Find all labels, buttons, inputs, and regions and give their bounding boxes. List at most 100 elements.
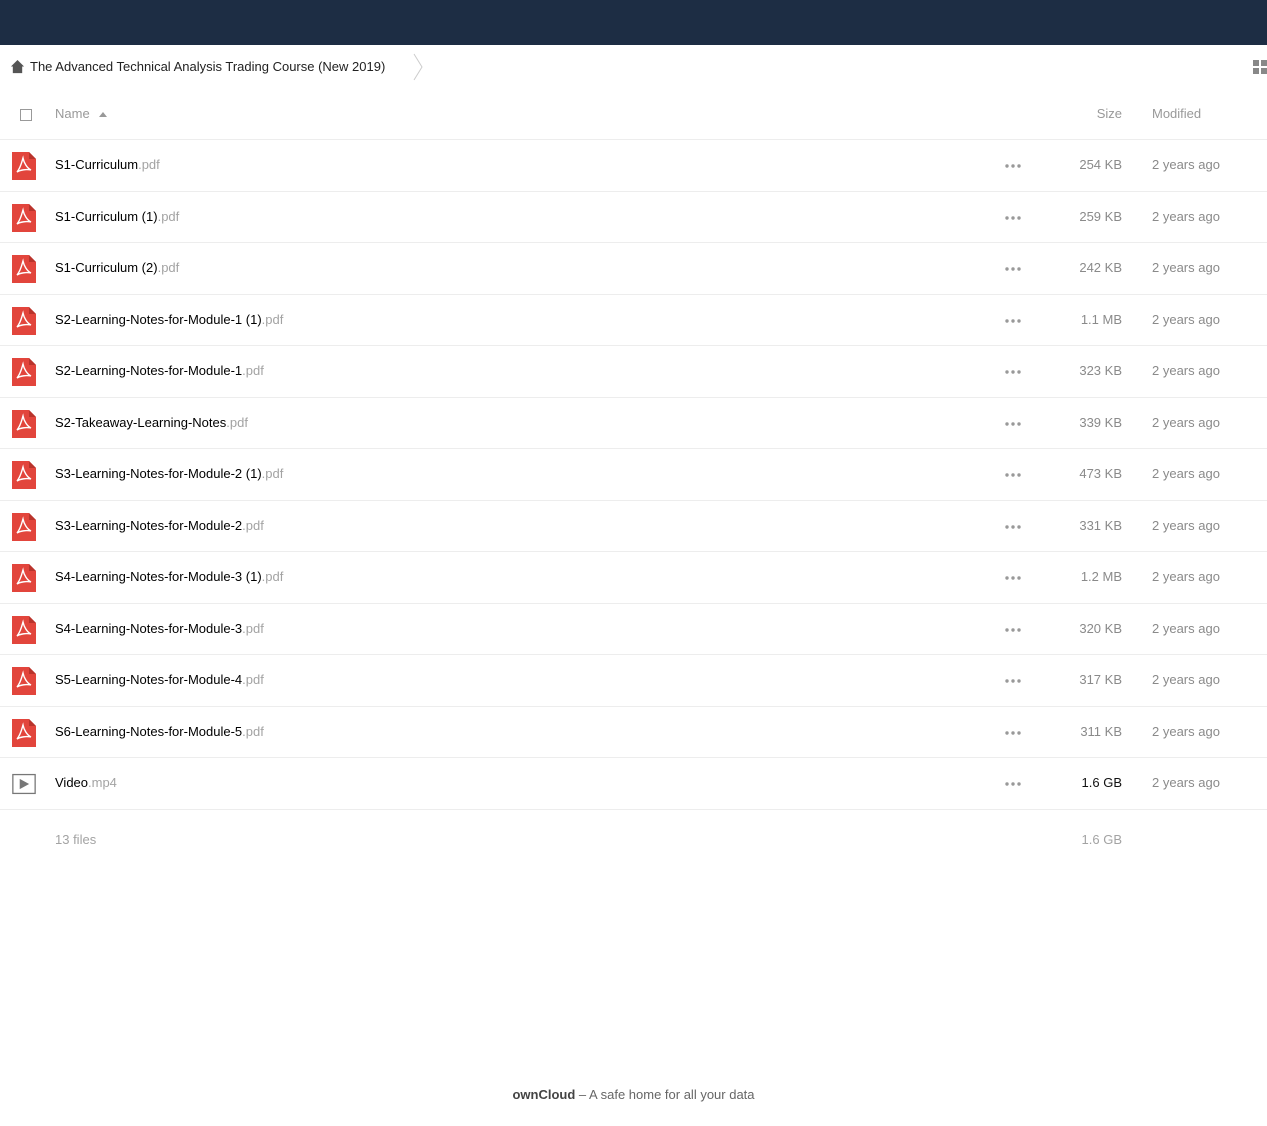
grid-view-icon[interactable] bbox=[1253, 60, 1267, 74]
table-row[interactable]: S2-Learning-Notes-for-Module-1.pdf 323 KB… bbox=[0, 346, 1267, 398]
file-size: 242 KB bbox=[1079, 260, 1122, 275]
table-row[interactable]: S4-Learning-Notes-for-Module-3.pdf 320 KB… bbox=[0, 604, 1267, 655]
pdf-file-icon bbox=[12, 358, 36, 386]
pdf-file-icon bbox=[12, 461, 36, 489]
file-name-base: S1-Curriculum (1) bbox=[55, 208, 158, 224]
table-row[interactable]: S6-Learning-Notes-for-Module-5.pdf 311 KB… bbox=[0, 707, 1267, 758]
file-extension: .pdf bbox=[242, 363, 264, 378]
file-name[interactable]: S3-Learning-Notes-for-Module-2.pdf bbox=[55, 518, 264, 534]
file-name[interactable]: S2-Learning-Notes-for-Module-1 (1).pdf bbox=[55, 312, 283, 328]
file-list: S1-Curriculum.pdf 254 KB 2 years ago S1-Cur… bbox=[0, 140, 1267, 810]
file-modified: 2 years ago bbox=[1152, 620, 1220, 636]
file-size: 254 KB bbox=[1079, 157, 1122, 172]
file-name-base: S6-Learning-Notes-for-Module-5 bbox=[55, 723, 243, 739]
file-name[interactable]: S2-Takeaway-Learning-Notes.pdf bbox=[55, 415, 248, 431]
file-name-base: Video bbox=[55, 775, 89, 790]
column-header-name[interactable]: Name bbox=[55, 106, 90, 122]
file-name[interactable]: S2-Learning-Notes-for-Module-1.pdf bbox=[55, 363, 264, 379]
more-actions-icon[interactable] bbox=[1005, 730, 1021, 735]
table-row[interactable]: S3-Learning-Notes-for-Module-2 (1).pdf 47… bbox=[0, 449, 1267, 501]
file-name-base: S3-Learning-Notes-for-Module-2 bbox=[55, 517, 243, 533]
file-name[interactable]: S6-Learning-Notes-for-Module-5.pdf bbox=[55, 724, 264, 740]
file-size: 473 KB bbox=[1079, 466, 1122, 481]
file-modified: 2 years ago bbox=[1152, 311, 1220, 327]
table-row[interactable]: S1-Curriculum.pdf 254 KB 2 years ago bbox=[0, 140, 1267, 192]
summary-row: 13 files 1.6 GB bbox=[0, 823, 1267, 857]
file-modified: 2 years ago bbox=[1152, 260, 1220, 275]
pdf-file-icon bbox=[12, 667, 36, 695]
footer-brand[interactable]: ownCloud bbox=[512, 1087, 575, 1102]
more-actions-icon[interactable] bbox=[1005, 215, 1021, 220]
file-extension: .pdf bbox=[138, 157, 160, 172]
file-modified: 2 years ago bbox=[1152, 672, 1220, 687]
file-modified: 2 years ago bbox=[1152, 414, 1220, 430]
pdf-file-icon bbox=[12, 306, 36, 335]
file-modified: 2 years ago bbox=[1152, 569, 1220, 584]
file-name[interactable]: S1-Curriculum (2).pdf bbox=[55, 260, 179, 276]
file-name-base: S2-Learning-Notes-for-Module-1 bbox=[55, 363, 243, 378]
table-row[interactable]: S2-Learning-Notes-for-Module-1 (1).pdf 1.… bbox=[0, 295, 1267, 346]
file-size: 331 KB bbox=[1079, 517, 1122, 533]
column-header-modified[interactable]: Modified bbox=[1152, 106, 1201, 122]
file-name[interactable]: S4-Learning-Notes-for-Module-3 (1).pdf bbox=[55, 569, 283, 585]
file-name[interactable]: S4-Learning-Notes-for-Module-3.pdf bbox=[55, 621, 264, 637]
more-actions-icon[interactable] bbox=[1005, 627, 1021, 632]
file-name-base: S1-Curriculum (2) bbox=[55, 260, 158, 275]
pdf-file-icon bbox=[12, 564, 36, 592]
home-icon[interactable] bbox=[10, 59, 25, 74]
file-modified: 2 years ago bbox=[1152, 157, 1220, 172]
more-actions-icon[interactable] bbox=[1005, 164, 1021, 168]
table-header: Name Size Modified bbox=[0, 89, 1267, 140]
file-modified: 2 years ago bbox=[1152, 466, 1220, 481]
more-actions-icon[interactable] bbox=[1005, 421, 1021, 426]
table-row[interactable]: S3-Learning-Notes-for-Module-2.pdf 331 KB… bbox=[0, 501, 1267, 552]
file-size: 339 KB bbox=[1079, 414, 1122, 430]
file-size: 317 KB bbox=[1079, 672, 1122, 687]
file-name[interactable]: S5-Learning-Notes-for-Module-4.pdf bbox=[55, 672, 264, 688]
file-extension: .pdf bbox=[242, 672, 264, 687]
table-row[interactable]: S2-Takeaway-Learning-Notes.pdf 339 KB 2 ye… bbox=[0, 398, 1267, 449]
more-actions-icon[interactable] bbox=[1005, 576, 1021, 580]
more-actions-icon[interactable] bbox=[1005, 318, 1021, 323]
breadcrumb: The Advanced Technical Analysis Trading … bbox=[0, 45, 1267, 89]
file-modified: 2 years ago bbox=[1152, 723, 1220, 739]
file-size: 320 KB bbox=[1079, 620, 1122, 636]
more-actions-icon[interactable] bbox=[1005, 524, 1021, 529]
file-name[interactable]: Video.mp4 bbox=[55, 775, 117, 791]
file-name-base: S5-Learning-Notes-for-Module-4 bbox=[55, 672, 243, 687]
file-modified: 2 years ago bbox=[1152, 775, 1220, 790]
pdf-file-icon bbox=[12, 203, 36, 232]
file-extension: .pdf bbox=[261, 466, 284, 481]
file-extension: .pdf bbox=[157, 260, 180, 275]
file-extension: .pdf bbox=[157, 208, 180, 224]
table-row[interactable]: S1-Curriculum (2).pdf 242 KB 2 years ago bbox=[0, 243, 1267, 295]
pdf-file-icon bbox=[12, 718, 36, 747]
file-extension: .pdf bbox=[242, 620, 264, 636]
more-actions-icon[interactable] bbox=[1005, 370, 1021, 374]
summary-file-count: 13 files bbox=[55, 832, 97, 847]
file-modified: 2 years ago bbox=[1152, 517, 1220, 533]
pdf-file-icon bbox=[12, 409, 36, 438]
table-row[interactable]: Video.mp4 1.6 GB 2 years ago bbox=[0, 758, 1267, 810]
file-extension: .pdf bbox=[242, 517, 264, 533]
file-size: 1.6 GB bbox=[1081, 775, 1122, 790]
table-row[interactable]: S1-Curriculum (1).pdf 259 KB 2 years ago bbox=[0, 192, 1267, 243]
file-name[interactable]: S3-Learning-Notes-for-Module-2 (1).pdf bbox=[55, 466, 283, 482]
table-row[interactable]: S4-Learning-Notes-for-Module-3 (1).pdf 1.… bbox=[0, 552, 1267, 604]
table-row[interactable]: S5-Learning-Notes-for-Module-4.pdf 317 KB… bbox=[0, 655, 1267, 707]
breadcrumb-separator-icon bbox=[413, 53, 423, 81]
breadcrumb-folder[interactable]: The Advanced Technical Analysis Trading … bbox=[30, 59, 385, 75]
column-header-size[interactable]: Size bbox=[1097, 106, 1122, 122]
file-name[interactable]: S1-Curriculum.pdf bbox=[55, 157, 160, 173]
select-all-checkbox[interactable] bbox=[20, 109, 32, 121]
file-name-base: S4-Learning-Notes-for-Module-3 (1) bbox=[55, 569, 262, 584]
sort-ascending-icon[interactable] bbox=[99, 112, 107, 117]
file-name-base: S3-Learning-Notes-for-Module-2 (1) bbox=[55, 466, 262, 481]
file-name-base: S2-Takeaway-Learning-Notes bbox=[55, 414, 227, 430]
more-actions-icon[interactable] bbox=[1005, 267, 1021, 271]
more-actions-icon[interactable] bbox=[1005, 782, 1021, 786]
file-name[interactable]: S1-Curriculum (1).pdf bbox=[55, 209, 179, 225]
file-size: 311 KB bbox=[1080, 723, 1122, 739]
more-actions-icon[interactable] bbox=[1005, 679, 1021, 683]
more-actions-icon[interactable] bbox=[1005, 473, 1021, 477]
